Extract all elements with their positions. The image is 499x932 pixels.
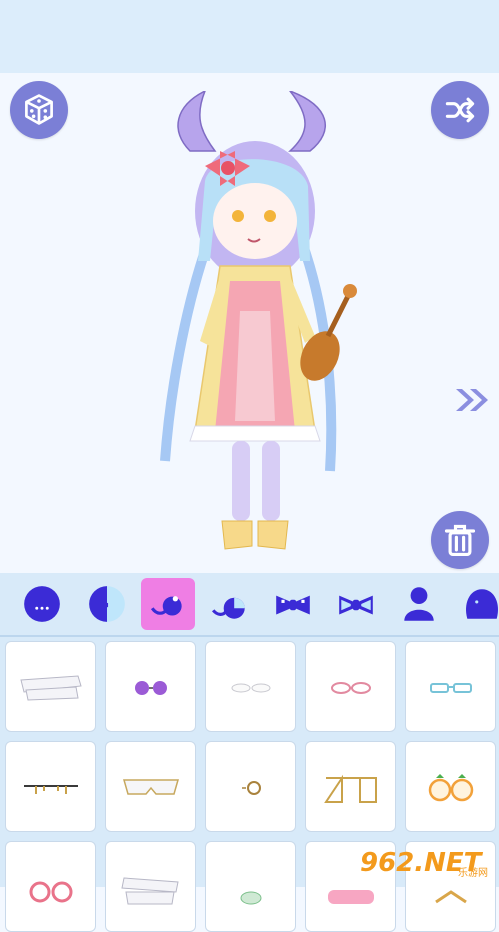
character-stage bbox=[0, 73, 499, 573]
item-shield-sunglasses[interactable] bbox=[105, 741, 196, 832]
tab-bow-light[interactable] bbox=[329, 578, 383, 630]
monocle-icon bbox=[241, 780, 261, 795]
tab-glasses[interactable] bbox=[141, 578, 195, 630]
tab-face-half[interactable] bbox=[80, 578, 134, 630]
dice-icon bbox=[25, 94, 53, 125]
bow-icon bbox=[276, 595, 310, 615]
character-avatar bbox=[160, 91, 357, 550]
blob-icon bbox=[466, 589, 498, 619]
blue-rect-glasses-icon bbox=[429, 682, 472, 693]
tab-face-shape[interactable] bbox=[15, 578, 69, 630]
category-tab-bar bbox=[0, 573, 499, 637]
item-chain-glasses[interactable] bbox=[5, 741, 96, 832]
tab-bow-tie[interactable] bbox=[266, 578, 320, 630]
chain-glasses-icon bbox=[23, 784, 78, 794]
thin-white-glasses-icon bbox=[231, 683, 270, 692]
watermark-sub: 乐游网 bbox=[458, 868, 488, 879]
pink-oval-glasses-icon bbox=[330, 681, 371, 694]
random-dice-button[interactable] bbox=[10, 81, 68, 139]
item-monocle[interactable] bbox=[205, 741, 296, 832]
shield-sunglasses-icon bbox=[122, 778, 179, 795]
glasses-icon bbox=[150, 596, 182, 616]
item-blue-rect-glasses[interactable] bbox=[405, 641, 496, 732]
delete-button[interactable] bbox=[431, 511, 489, 569]
item-thin-white-glasses[interactable] bbox=[205, 641, 296, 732]
eyepatch-icon bbox=[211, 597, 245, 619]
tab-eyepatch[interactable] bbox=[203, 578, 257, 630]
top-header-bar bbox=[0, 0, 499, 73]
tab-blob[interactable] bbox=[455, 578, 499, 630]
item-bandage-glasses[interactable] bbox=[5, 641, 96, 732]
tab-body[interactable] bbox=[392, 578, 446, 630]
bow-light-icon bbox=[339, 595, 373, 615]
site-watermark: 962.NET 乐游网 bbox=[360, 838, 499, 887]
face-icon bbox=[24, 586, 60, 622]
item-pink-oval-glasses[interactable] bbox=[305, 641, 396, 732]
body-icon bbox=[404, 587, 434, 621]
double-chevron-right-icon bbox=[456, 389, 488, 411]
face-half-icon bbox=[89, 586, 125, 622]
strawberry-glasses-icon bbox=[428, 773, 473, 801]
item-round-purple-glasses[interactable] bbox=[105, 641, 196, 732]
round-purple-glasses-icon bbox=[134, 680, 167, 695]
gold-frame-glasses-icon bbox=[323, 774, 377, 803]
bandage-glasses-icon bbox=[19, 674, 82, 701]
trash-icon bbox=[444, 524, 476, 556]
item-gold-frame-glasses[interactable] bbox=[305, 741, 396, 832]
next-arrow-button[interactable] bbox=[452, 385, 492, 415]
item-strawberry-glasses[interactable] bbox=[405, 741, 496, 832]
shuffle-icon bbox=[445, 97, 475, 123]
shuffle-button[interactable] bbox=[431, 81, 489, 139]
